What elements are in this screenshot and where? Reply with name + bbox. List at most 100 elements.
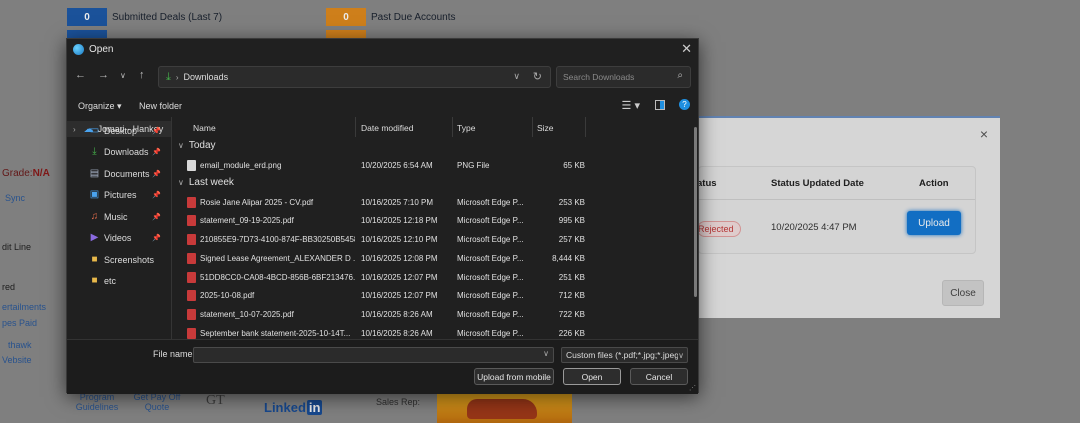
pin-icon[interactable]: 📌 <box>152 234 161 242</box>
close-icon[interactable]: ✕ <box>681 41 692 57</box>
sidebar-item-label: etc <box>104 275 117 286</box>
chevron-right-icon: › <box>175 72 179 82</box>
group-header[interactable]: ∨ Last week <box>178 177 234 188</box>
open-button[interactable]: Open <box>563 368 621 385</box>
pdf-file-icon <box>187 196 196 208</box>
open-file-dialog: Open ✕ ← → ∨ ↑ ⤓ › Downloads ∨ ↻ Search … <box>66 38 699 394</box>
sidebar-item-pictures[interactable]: ▣ Pictures 📌 <box>89 189 161 200</box>
file-list: Name Date modified Type Size ∨ Today email… <box>173 117 693 339</box>
column-header-date[interactable]: Date modified <box>361 120 413 136</box>
column-header-type[interactable]: Type <box>457 120 475 136</box>
pin-icon[interactable]: 📌 <box>152 148 161 156</box>
sidebar-item-label: Pictures <box>104 189 137 200</box>
file-name: Rosie Jane Alipar 2025 - CV.pdf <box>200 197 314 207</box>
divider <box>452 117 453 137</box>
chevron-down-icon[interactable]: ∨ <box>178 178 184 187</box>
address-bar[interactable]: ⤓ › Downloads ∨ ↻ <box>158 66 551 88</box>
sidebar-item-videos[interactable]: ▶ Videos 📌 <box>89 232 161 243</box>
view-options-icon[interactable]: ☰ ▾ <box>622 99 640 112</box>
sidebar-item-label: Screenshots <box>104 254 155 265</box>
file-type: Microsoft Edge P... <box>457 253 524 263</box>
sidebar-item-music[interactable]: ♫ Music 📌 <box>89 211 161 222</box>
pdf-file-icon <box>187 215 196 227</box>
sidebar-item-label: Music <box>104 211 128 222</box>
cancel-button[interactable]: Cancel <box>630 368 688 385</box>
back-arrow-icon[interactable]: ← <box>75 69 86 81</box>
file-row[interactable]: Signed Lease Agreement_ALEXANDER D ... 10… <box>173 250 693 268</box>
edge-icon <box>73 43 84 55</box>
chevron-down-icon[interactable]: ∨ <box>513 71 520 82</box>
sidebar-item-documents[interactable]: ▤ Documents 📌 <box>89 168 161 179</box>
navigation-bar: ← → ∨ ↑ ⤓ › Downloads ∨ ↻ Search Downloa… <box>67 65 698 89</box>
file-name: September bank statement-2025-10-14T... <box>200 328 351 338</box>
file-size: 65 KB <box>563 161 585 170</box>
chevron-down-icon: ∨ <box>678 349 684 362</box>
group-header[interactable]: ∨ Today <box>178 140 216 151</box>
file-type: Microsoft Edge P... <box>457 216 524 226</box>
sidebar-item-desktop[interactable]: ▭ Desktop 📌 <box>89 125 161 136</box>
search-icon: ⌕ <box>677 70 683 81</box>
file-row[interactable]: 210855E9-7D73-4100-874F-BB30250B5458... 1… <box>173 231 693 249</box>
group-label: Today <box>188 140 216 151</box>
file-date: 10/16/2025 12:08 PM <box>361 253 438 263</box>
chevron-down-icon[interactable]: ∨ <box>543 349 549 358</box>
file-type: Microsoft Edge P... <box>457 291 524 301</box>
file-type: PNG File <box>457 161 490 170</box>
pane-divider[interactable] <box>171 117 172 339</box>
file-size: 712 KB <box>558 291 585 301</box>
title-bar[interactable]: Open ✕ <box>67 39 698 59</box>
refresh-icon[interactable]: ↻ <box>533 70 542 83</box>
upload-from-mobile-button[interactable]: Upload from mobile <box>474 368 554 385</box>
organize-button[interactable]: Organize ▾ <box>78 101 122 112</box>
divider <box>532 117 533 137</box>
file-row[interactable]: 51DD8CC0-CA08-4BCD-856B-6BF213476... 10/1… <box>173 269 693 287</box>
file-name: Signed Lease Agreement_ALEXANDER D ... <box>200 253 355 263</box>
file-date: 10/16/2025 12:07 PM <box>361 291 438 301</box>
file-row[interactable]: September bank statement-2025-10-14T... 1… <box>173 325 693 339</box>
search-input[interactable]: Search Downloads ⌕ <box>556 66 691 88</box>
desktop-icon: ▭ <box>89 125 100 136</box>
address-location: Downloads <box>183 72 229 82</box>
sidebar-item-screenshots[interactable]: ■ Screenshots <box>89 254 161 265</box>
up-arrow-icon[interactable]: ↑ <box>139 69 145 81</box>
file-row[interactable]: statement_09-19-2025.pdf 10/16/2025 12:18… <box>173 212 693 230</box>
resize-grip-icon[interactable]: ⋰ <box>689 384 696 392</box>
recent-locations-chevron-icon[interactable]: ∨ <box>120 71 126 80</box>
file-row[interactable]: email_module_erd.png 10/20/2025 6:54 AM PN… <box>173 157 693 175</box>
file-name-input[interactable]: ∨ <box>193 347 554 363</box>
file-name: statement_10-07-2025.pdf <box>200 309 294 319</box>
help-icon[interactable]: ? <box>679 99 690 110</box>
folder-icon: ■ <box>91 254 98 265</box>
music-icon: ♫ <box>90 211 99 222</box>
folder-icon: ■ <box>91 275 98 286</box>
sidebar-item-label: Downloads <box>104 146 149 157</box>
sidebar-item-label: Desktop <box>104 125 138 136</box>
sidebar-item-downloads[interactable]: ⤓ Downloads 📌 <box>89 146 161 157</box>
group-label: Last week <box>188 176 234 188</box>
pin-icon[interactable]: 📌 <box>152 213 161 221</box>
image-file-icon <box>187 160 196 171</box>
column-header-name[interactable]: Name <box>193 120 216 136</box>
new-folder-button[interactable]: New folder <box>139 101 182 111</box>
file-row[interactable]: statement_10-07-2025.pdf 10/16/2025 8:26 … <box>173 306 693 324</box>
file-row[interactable]: Rosie Jane Alipar 2025 - CV.pdf 10/16/202… <box>173 194 693 212</box>
downloads-icon: ⤓ <box>92 146 97 157</box>
command-bar: Organize ▾ New folder ☰ ▾ ? <box>67 96 698 116</box>
file-type-select[interactable]: Custom files (*.pdf;*.jpg;*.jpeg; ∨ <box>561 347 688 363</box>
chevron-down-icon[interactable]: ∨ <box>178 141 184 150</box>
preview-pane-icon[interactable] <box>655 100 665 110</box>
column-header-size[interactable]: Size <box>537 120 554 136</box>
file-name-label: File name: <box>153 349 196 359</box>
file-row[interactable]: 2025-10-08.pdf 10/16/2025 12:07 PM Microso… <box>173 287 693 305</box>
pin-icon[interactable]: 📌 <box>152 127 161 135</box>
scrollbar[interactable] <box>694 127 697 297</box>
file-type: Microsoft Edge P... <box>457 272 524 282</box>
sidebar-item-etc[interactable]: ■ etc <box>89 275 161 286</box>
file-date: 10/16/2025 12:18 PM <box>361 216 438 226</box>
download-icon: ⤓ <box>166 70 171 83</box>
file-type: Microsoft Edge P... <box>457 235 524 245</box>
forward-arrow-icon[interactable]: → <box>98 69 109 81</box>
pin-icon[interactable]: 📌 <box>152 191 161 199</box>
chevron-right-icon[interactable]: › <box>73 125 76 134</box>
pin-icon[interactable]: 📌 <box>152 170 161 178</box>
